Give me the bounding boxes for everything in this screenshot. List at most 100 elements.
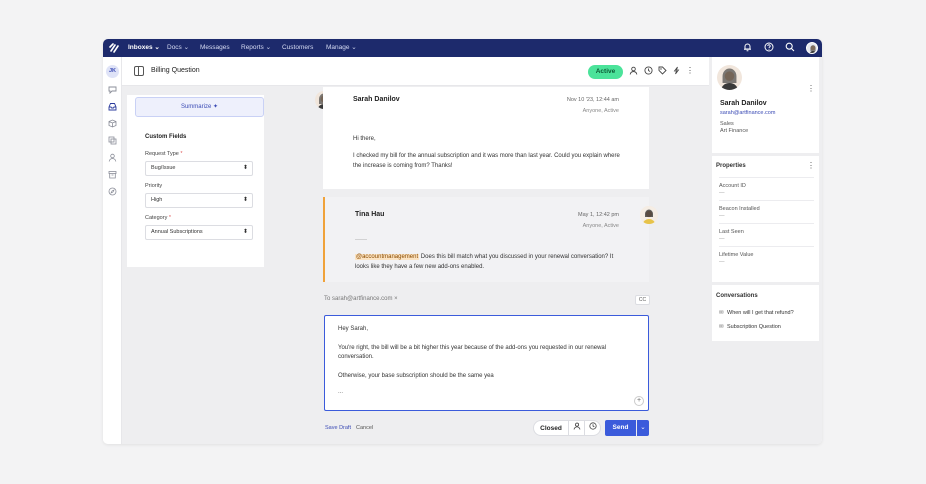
assign-icon: [573, 422, 580, 430]
closed-button[interactable]: Closed: [533, 420, 569, 436]
priority-select[interactable]: High ⬍: [145, 193, 253, 208]
more-options-icon[interactable]: ⋮: [685, 66, 695, 76]
contact-company: Art Finance: [720, 128, 749, 134]
assign-button[interactable]: [569, 420, 585, 436]
select-caret-icon: ⬍: [242, 229, 248, 235]
workflow-icon[interactable]: [671, 66, 681, 76]
properties-title: Properties: [716, 163, 746, 169]
request-type-select[interactable]: Bug/Issue ⬍: [145, 161, 253, 176]
right-panel: ⋮ Sarah Danilov sarah@artfinance.com Sal…: [709, 57, 822, 444]
notifications-icon[interactable]: [741, 42, 753, 54]
chat-icon[interactable]: [107, 85, 118, 96]
message-card: Sarah Danilov Nov 10 '23, 12:44 am Anyon…: [323, 87, 649, 189]
internal-note-card: Tina Hau May 1, 12:42 pm Anyone, Active …: [323, 197, 649, 282]
conversation-item[interactable]: ✉ Subscription Question: [719, 324, 781, 330]
left-rail: JK: [103, 57, 122, 444]
properties-more-icon[interactable]: ⋮: [807, 161, 815, 170]
send-options-chevron-down-icon[interactable]: ⌄: [637, 420, 649, 436]
help-icon[interactable]: [763, 42, 775, 54]
user-avatar[interactable]: [806, 42, 818, 54]
message-time: Nov 10 '23, 12:44 am: [566, 97, 619, 103]
property-beacon-installed: Beacon Installed —: [719, 200, 814, 219]
category-select[interactable]: Annual Subscriptions ⬍: [145, 225, 253, 240]
save-draft-link[interactable]: Save Draft: [325, 425, 351, 431]
contact-role: Sales: [720, 121, 734, 127]
property-account-id: Account ID —: [719, 177, 814, 196]
tina-avatar: [640, 206, 658, 224]
request-type-label: Request Type *: [145, 151, 183, 157]
property-lifetime-value: Lifetime Value —: [719, 246, 814, 265]
status-badge[interactable]: Active: [588, 65, 623, 79]
select-caret-icon: ⬍: [242, 165, 248, 171]
message-visibility: Anyone, Active: [582, 108, 619, 114]
category-label: Category *: [145, 215, 171, 221]
clock-icon: [588, 422, 597, 430]
reply-greeting: Hey Sarah,: [338, 326, 369, 332]
app-window: Inboxes ⌄ Docs ⌄ Messages Reports ⌄ Cust…: [103, 39, 822, 444]
search-icon[interactable]: [784, 42, 796, 54]
message-line: Hi there,: [353, 136, 376, 142]
message-visibility: Anyone, Active: [582, 223, 619, 229]
mail-icon: ✉: [719, 310, 724, 316]
snooze-button[interactable]: [585, 420, 601, 436]
ticket-header: Billing Question Active ⋮: [122, 57, 709, 86]
message-author: Tina Hau: [355, 211, 385, 218]
contact-avatar: [717, 65, 742, 90]
rail-user-avatar[interactable]: JK: [106, 65, 119, 78]
message-author: Sarah Danilov: [353, 96, 400, 103]
message-line: Does this bill match what you discussed …: [419, 254, 614, 260]
cc-button[interactable]: CC: [635, 295, 650, 305]
summarize-button[interactable]: Summarize ✦: [135, 97, 264, 117]
tag-icon[interactable]: [657, 66, 667, 76]
custom-fields-title: Custom Fields: [145, 134, 187, 140]
clock-icon[interactable]: [643, 66, 653, 76]
message-line: looks like they have a few new add-ons e…: [355, 264, 485, 270]
message-time: May 1, 12:42 pm: [578, 212, 619, 218]
properties-card: Properties ⋮ Account ID — Beacon Install…: [712, 156, 819, 282]
property-last-seen: Last Seen —: [719, 223, 814, 242]
inbox-icon[interactable]: [107, 102, 118, 113]
recipient-line[interactable]: To sarah@artfinance.com ×: [324, 296, 398, 302]
priority-label: Priority: [145, 183, 163, 189]
contact-card: ⋮ Sarah Danilov sarah@artfinance.com Sal…: [712, 57, 819, 153]
top-navigation: Inboxes ⌄ Docs ⌄ Messages Reports ⌄ Cust…: [103, 39, 822, 57]
contact-email[interactable]: sarah@artfinance.com: [720, 110, 775, 116]
select-caret-icon: ⬍: [242, 197, 248, 203]
message-body: Hi there, I checked my bill for the annu…: [353, 134, 643, 171]
contact-more-icon[interactable]: ⋮: [807, 84, 815, 93]
nav-messages[interactable]: Messages: [200, 39, 230, 57]
reply-editor[interactable]: Hey Sarah, You're right, the bill will b…: [324, 315, 649, 411]
nav-manage[interactable]: Manage ⌄: [326, 39, 357, 57]
contacts-icon[interactable]: [107, 153, 118, 164]
nav-inboxes[interactable]: Inboxes ⌄: [128, 39, 160, 57]
conversation-item[interactable]: ✉ When will I get that refund?: [719, 310, 794, 316]
nav-reports[interactable]: Reports ⌄: [241, 39, 271, 57]
mail-icon: ✉: [719, 324, 724, 330]
reply-line: conversation.: [338, 354, 374, 360]
mention-tag[interactable]: @accountmanagement: [355, 254, 420, 260]
conversations-title: Conversations: [716, 293, 758, 299]
archive-icon[interactable]: [107, 170, 118, 181]
sidebar-toggle-icon[interactable]: [134, 66, 144, 76]
message-line: I checked my bill for the annual subscri…: [353, 153, 620, 159]
reply-line: You're right, the bill will be a bit hig…: [338, 345, 607, 351]
ticket-title: Billing Question: [151, 67, 200, 74]
cancel-link[interactable]: Cancel: [356, 425, 373, 431]
note-divider: ——: [355, 237, 367, 243]
box-icon[interactable]: [107, 119, 118, 130]
conversations-card: Conversations ✉ When will I get that refu…: [712, 285, 819, 341]
nav-docs[interactable]: Docs ⌄: [167, 39, 189, 57]
message-line: the increase is coming from? Thanks!: [353, 163, 453, 169]
reply-ellipsis: ...: [338, 389, 344, 395]
custom-fields-card: Custom Fields Request Type * Bug/Issue ⬍ …: [135, 125, 262, 249]
contact-name: Sarah Danilov: [720, 100, 767, 107]
send-button[interactable]: Send: [605, 420, 636, 436]
compass-icon[interactable]: [107, 187, 118, 198]
reply-line: Otherwise, your base subscription should…: [338, 373, 494, 379]
layers-icon[interactable]: [107, 136, 118, 147]
assign-user-icon[interactable]: [628, 66, 638, 76]
app-logo-icon[interactable]: [109, 42, 121, 54]
nav-customers[interactable]: Customers: [282, 39, 313, 57]
message-body: @accountmanagement Does this bill match …: [355, 252, 645, 272]
add-attachment-icon[interactable]: +: [634, 396, 644, 406]
